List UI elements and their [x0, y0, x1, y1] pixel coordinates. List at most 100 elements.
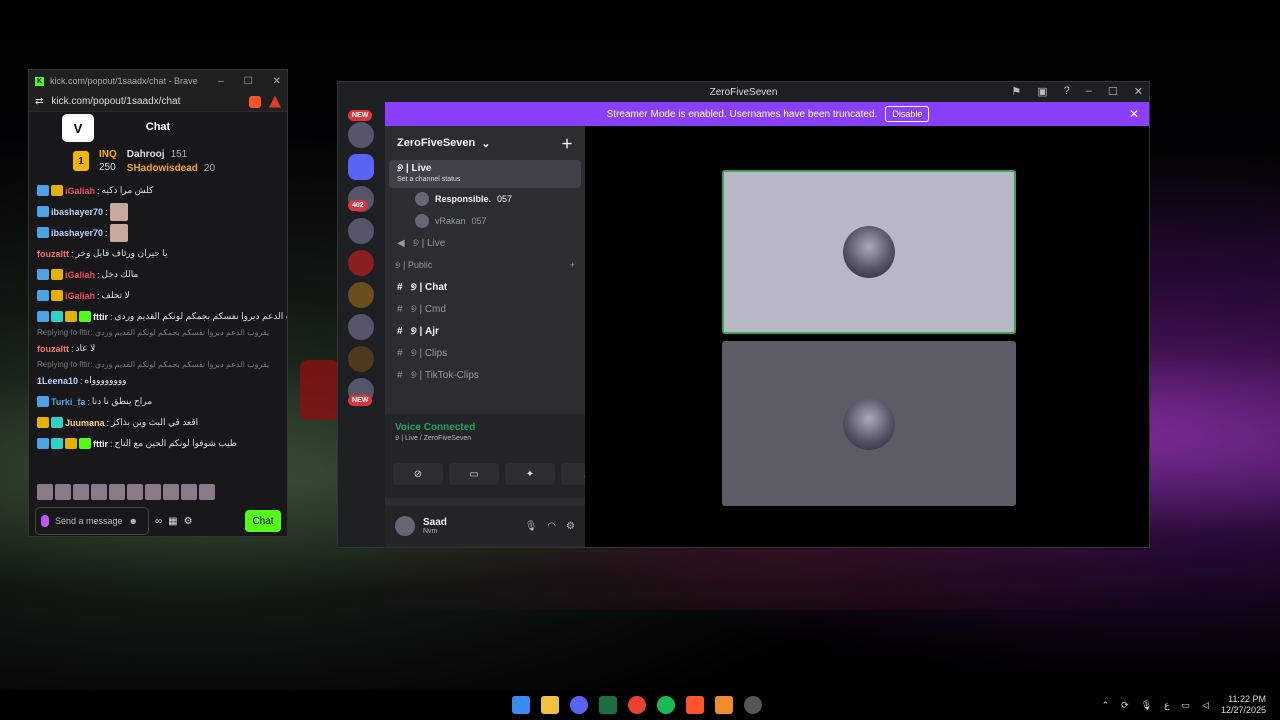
- chat-message[interactable]: iGaliah: لا تحلف: [37, 285, 279, 306]
- voice-connected-label[interactable]: Voice Connected: [395, 422, 575, 433]
- username[interactable]: ibashayer70: [51, 228, 103, 238]
- channel-chat[interactable]: #୭ | Chat: [385, 276, 585, 298]
- channel-live[interactable]: ◀ ୭ | Live: [385, 232, 585, 254]
- volume-icon[interactable]: ◁: [1202, 700, 1209, 711]
- camera-icon[interactable]: ⊘: [393, 463, 443, 485]
- chevron-up-icon[interactable]: ⌃: [1102, 700, 1110, 711]
- chat-message[interactable]: 1Leena10: وووووووواه: [37, 370, 279, 391]
- chrome-icon[interactable]: [628, 696, 646, 714]
- channel-status[interactable]: Set a channel status: [397, 176, 460, 183]
- steam-icon[interactable]: [744, 696, 762, 714]
- reply-preview[interactable]: Replying to fttir: بقروب الدعم ديروا نفس…: [37, 327, 279, 338]
- minimize-button[interactable]: –: [1086, 85, 1092, 98]
- server-icon[interactable]: [348, 346, 374, 372]
- chat-message[interactable]: Turki_fa: مراح ينطق نا دنا: [37, 391, 279, 412]
- channel-logo[interactable]: V: [62, 114, 94, 142]
- chat-message[interactable]: Juumana: اقعد في البث وين بذاكر: [37, 412, 279, 433]
- maximize-button[interactable]: ☐: [1108, 85, 1118, 98]
- close-button[interactable]: ✕: [273, 76, 281, 87]
- message-input[interactable]: Send a message ☻: [35, 507, 149, 535]
- chat-message[interactable]: ibashayer70:: [37, 201, 279, 222]
- reply-preview[interactable]: Replying to fttir: بقروب الدعم ديروا نفس…: [37, 359, 279, 370]
- kick-titlebar[interactable]: K kick.com/popout/1saadx/chat - Brave – ☐…: [29, 70, 287, 92]
- disable-button[interactable]: Disable: [885, 106, 930, 122]
- start-icon[interactable]: [512, 696, 530, 714]
- folder-icon[interactable]: [348, 154, 374, 180]
- close-icon[interactable]: ✕: [1129, 107, 1139, 121]
- channel-cmd[interactable]: #୭ | Cmd: [385, 298, 585, 320]
- username[interactable]: iGaliah: [65, 186, 95, 196]
- chat-message[interactable]: ibashayer70:: [37, 222, 279, 243]
- store-icon[interactable]: ▦: [168, 516, 177, 527]
- server-header[interactable]: ZeroFiveSeven ⌄ ＋: [385, 126, 585, 160]
- site-settings-icon[interactable]: ⇄: [35, 96, 43, 107]
- chat-message[interactable]: fouzaltt: يا جيران ورئاف فايل وخر: [37, 243, 279, 264]
- minimize-button[interactable]: –: [218, 76, 224, 87]
- mic-icon[interactable]: [41, 515, 49, 527]
- server-icon[interactable]: [348, 282, 374, 308]
- channel-clips[interactable]: #୭ | Clips: [385, 342, 585, 364]
- brave-rewards-icon[interactable]: [269, 95, 281, 108]
- discord-icon[interactable]: [570, 696, 588, 714]
- discord-titlebar[interactable]: ZeroFiveSeven ⚑ ▣? – ☐ ✕: [338, 82, 1149, 102]
- activities-icon[interactable]: ✦: [505, 463, 555, 485]
- channel-ajr[interactable]: #୭ | Ajr: [385, 320, 585, 342]
- help-icon[interactable]: ?: [1064, 85, 1070, 98]
- headphones-icon[interactable]: ◠: [547, 521, 556, 532]
- voice-user[interactable]: Responsible. 057: [385, 188, 585, 210]
- participant-tile[interactable]: [722, 170, 1016, 334]
- language-indicator[interactable]: ع: [1164, 700, 1169, 711]
- server-icon[interactable]: [348, 250, 374, 276]
- network-icon[interactable]: ▭: [1182, 700, 1191, 711]
- mic-icon[interactable]: 🎙: [1141, 700, 1152, 711]
- username[interactable]: fttir: [93, 439, 108, 449]
- sync-icon[interactable]: ⟳: [1121, 700, 1129, 711]
- participant-tile[interactable]: [722, 341, 1016, 506]
- url-text[interactable]: kick.com/popout/1saadx/chat: [51, 96, 180, 107]
- chat-message[interactable]: fttir: طيب شوفوا لونكم الحين مع التاج: [37, 433, 279, 454]
- spotify-icon[interactable]: [657, 696, 675, 714]
- brave-icon[interactable]: [686, 696, 704, 714]
- server-icon[interactable]: [348, 218, 374, 244]
- emoji-icon[interactable]: ☻: [129, 516, 138, 526]
- send-chat-button[interactable]: Chat: [245, 510, 281, 532]
- address-bar[interactable]: ⇄ kick.com/popout/1saadx/chat: [29, 92, 287, 112]
- chat-message[interactable]: iGaliah: مالك دخل: [37, 264, 279, 285]
- voice-channel-path[interactable]: ୭ | Live / ZeroFiveSeven: [395, 435, 575, 443]
- chat-message[interactable]: fouzaltt: لا عاد: [37, 338, 279, 359]
- maximize-button[interactable]: ☐: [244, 76, 253, 87]
- server-icon[interactable]: [348, 314, 374, 340]
- username[interactable]: iGaliah: [65, 291, 95, 301]
- avatar[interactable]: [395, 516, 415, 536]
- channel-tiktok-clips[interactable]: #୭ | TikTok-Clips: [385, 364, 585, 386]
- chat-message[interactable]: fttir:بقروب الدعم ديروا نفسكم بجمكم لونك…: [37, 306, 287, 327]
- gear-icon[interactable]: ⚙: [184, 516, 193, 527]
- voice-user[interactable]: vRakan 057: [385, 210, 585, 232]
- category-public[interactable]: ୭ | Public +: [385, 254, 585, 276]
- chat-message[interactable]: iGaliah: كلش مرا ذكيه: [37, 180, 279, 201]
- excel-icon[interactable]: [599, 696, 617, 714]
- username[interactable]: fouzaltt: [37, 344, 69, 354]
- mic-icon[interactable]: 🎙: [525, 521, 538, 532]
- channel-live-active[interactable]: ୭ | Live Set a channel status: [389, 160, 581, 188]
- username[interactable]: iGaliah: [65, 270, 95, 280]
- brave-shields-icon[interactable]: [249, 95, 261, 108]
- server-icon[interactable]: [348, 122, 374, 148]
- add-channel-icon[interactable]: +: [570, 260, 575, 270]
- screen-icon[interactable]: ▣: [1037, 85, 1047, 98]
- inbox-icon[interactable]: ⚑: [1011, 85, 1021, 98]
- infinity-icon[interactable]: ∞: [155, 516, 162, 527]
- username[interactable]: fttir: [93, 312, 108, 322]
- gear-icon[interactable]: ⚙: [566, 521, 575, 532]
- file-explorer-icon[interactable]: [541, 696, 559, 714]
- app-icon[interactable]: [715, 696, 733, 714]
- close-button[interactable]: ✕: [1134, 85, 1143, 98]
- clock[interactable]: 11:22 PM 12/27/2025: [1221, 694, 1266, 716]
- username[interactable]: Turki_fa: [51, 397, 85, 407]
- username[interactable]: 1Leena10: [37, 376, 78, 386]
- invite-icon[interactable]: ＋: [561, 135, 573, 152]
- username[interactable]: Juumana: [65, 418, 105, 428]
- username[interactable]: fouzaltt: [37, 249, 69, 259]
- screen-share-icon[interactable]: ▭: [449, 463, 499, 485]
- username[interactable]: ibashayer70: [51, 207, 103, 217]
